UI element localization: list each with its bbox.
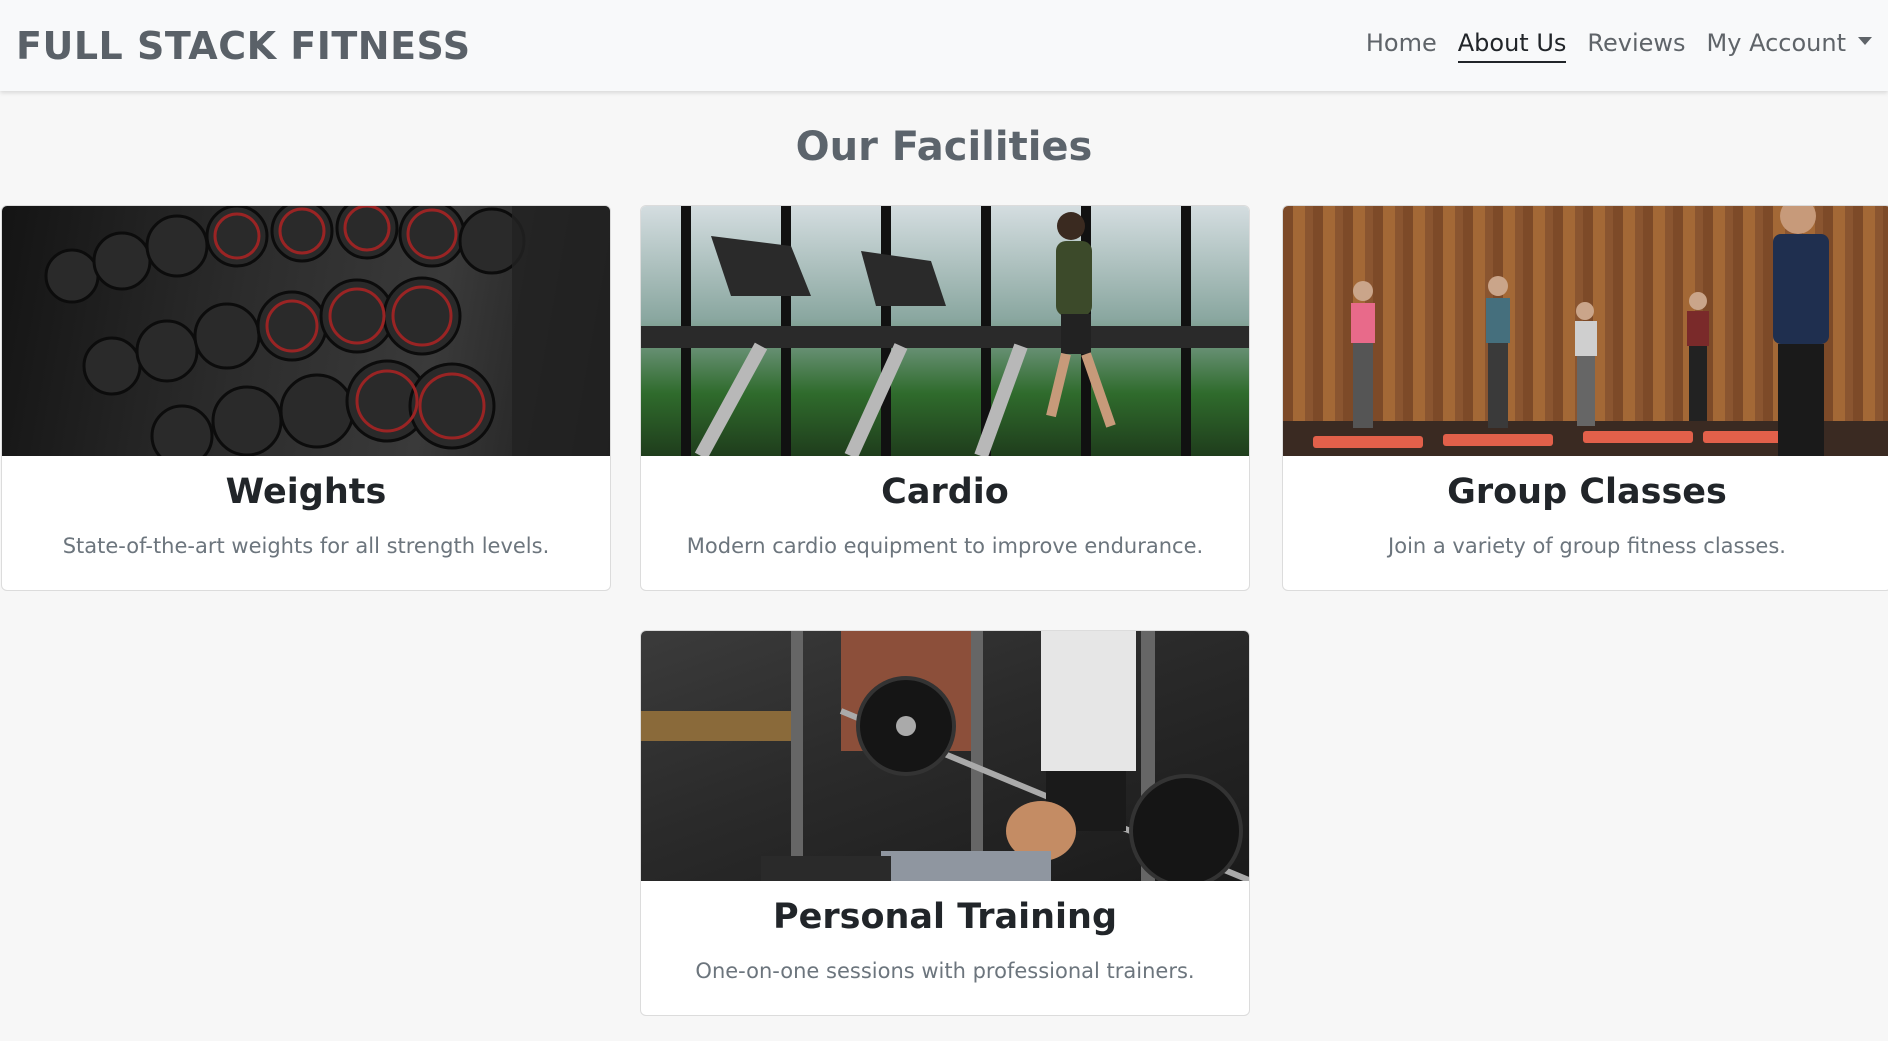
nav-my-account-label: My Account bbox=[1706, 28, 1846, 57]
facility-card-weights: Weights State-of-the-art weights for all… bbox=[1, 205, 611, 591]
chevron-down-icon bbox=[1858, 36, 1872, 45]
nav-about-us[interactable]: About Us bbox=[1457, 29, 1567, 63]
weights-image bbox=[2, 206, 610, 456]
facility-card-cardio: Cardio Modern cardio equipment to improv… bbox=[640, 205, 1250, 591]
nav-reviews[interactable]: Reviews bbox=[1587, 29, 1685, 63]
card-title: Weights bbox=[225, 472, 387, 512]
personal-training-image bbox=[641, 631, 1249, 881]
card-title: Group Classes bbox=[1447, 472, 1727, 512]
card-body: Group Classes Join a variety of group fi… bbox=[1283, 456, 1888, 558]
brand-logo[interactable]: FULL STACK FITNESS bbox=[16, 24, 471, 68]
facility-card-group-classes: Group Classes Join a variety of group fi… bbox=[1282, 205, 1888, 591]
card-body: Weights State-of-the-art weights for all… bbox=[2, 456, 610, 558]
nav-links: Home About Us Reviews My Account bbox=[1366, 29, 1872, 63]
card-title: Cardio bbox=[881, 472, 1009, 512]
card-text: One-on-one sessions with professional tr… bbox=[695, 959, 1195, 983]
nav-home[interactable]: Home bbox=[1366, 29, 1437, 63]
group-classes-image bbox=[1283, 206, 1888, 456]
page-title: Our Facilities bbox=[795, 124, 1093, 170]
card-text: Modern cardio equipment to improve endur… bbox=[686, 534, 1204, 558]
card-body: Personal Training One-on-one sessions wi… bbox=[641, 881, 1249, 983]
card-body: Cardio Modern cardio equipment to improv… bbox=[641, 456, 1249, 558]
card-title: Personal Training bbox=[772, 897, 1118, 937]
card-text: Join a variety of group fitness classes. bbox=[1388, 534, 1786, 558]
cardio-image bbox=[641, 206, 1249, 456]
nav-my-account-dropdown[interactable]: My Account bbox=[1707, 29, 1872, 63]
navbar: FULL STACK FITNESS Home About Us Reviews… bbox=[0, 0, 1888, 91]
card-text: State-of-the-art weights for all strengt… bbox=[62, 534, 550, 558]
facility-card-personal-training: Personal Training One-on-one sessions wi… bbox=[640, 630, 1250, 1016]
